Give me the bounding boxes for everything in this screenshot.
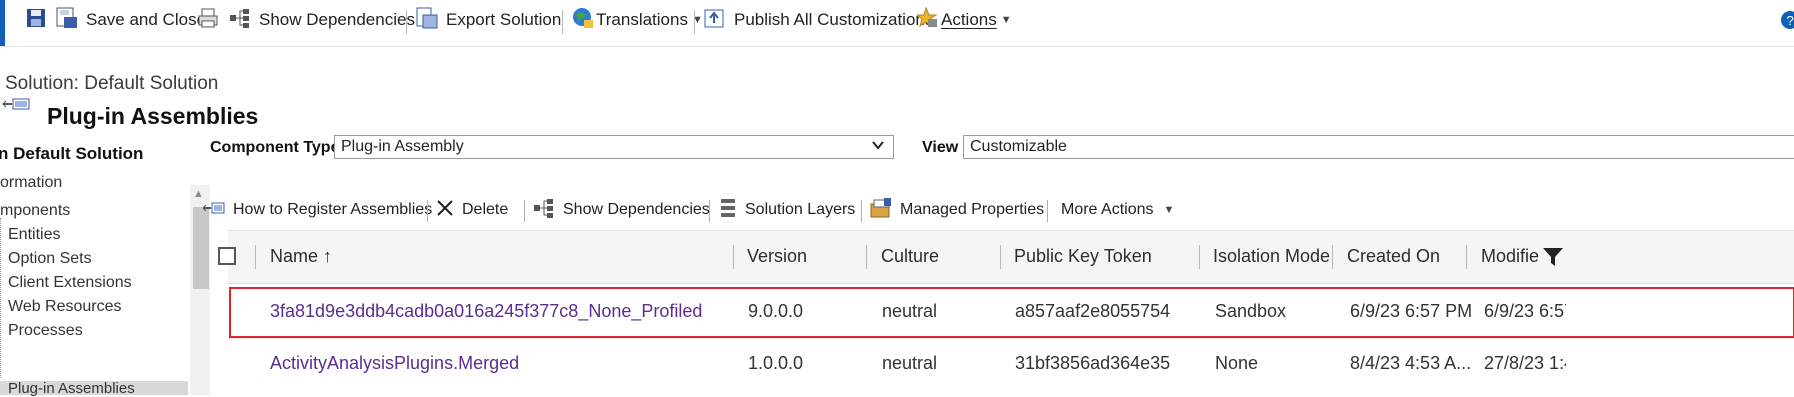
sidebar-item-web-resources[interactable]: Web Resources (8, 298, 122, 316)
managed-properties-label: Managed Properties (900, 201, 1045, 218)
toolbar-divider (1047, 200, 1048, 222)
column-divider (866, 245, 867, 269)
sidebar-item-components[interactable]: mponents (0, 202, 70, 220)
grid-header-row: Name ↑ Version Culture Public Key Token … (218, 230, 1794, 284)
isolation-mode-cell: None (1215, 353, 1259, 373)
translations-label: Translations (596, 10, 688, 29)
dependencies-icon (533, 198, 555, 223)
show-dependencies-button[interactable]: Show Dependencies (229, 0, 415, 40)
managed-properties-button[interactable]: Managed Properties (870, 197, 1044, 223)
publish-all-button[interactable]: Publish All Customizations (704, 0, 933, 40)
toolbar-divider (709, 200, 710, 222)
assembly-name-link[interactable]: ActivityAnalysisPlugins.Merged (270, 353, 519, 374)
plugin-assembly-icon (2, 97, 32, 116)
more-actions-dropdown[interactable]: More Actions ▼ (1061, 197, 1174, 223)
toolbar-divider (406, 10, 407, 34)
solution-layers-button[interactable]: Solution Layers (719, 197, 855, 223)
toolbar-divider (524, 200, 525, 222)
component-type-select[interactable]: Plug-in Assembly (334, 135, 894, 159)
table-row[interactable]: ActivityAnalysisPlugins.Merged 1.0.0.0 n… (228, 338, 1794, 391)
column-header-isolation-mode[interactable]: Isolation Mode (1213, 246, 1330, 267)
help-icon[interactable]: ? (1778, 10, 1794, 35)
grid-show-dependencies-label: Show Dependencies (563, 201, 710, 218)
delete-label: Delete (462, 201, 509, 218)
column-divider (1466, 245, 1467, 269)
save-button[interactable] (26, 0, 54, 40)
chevron-down-icon: ▼ (1000, 14, 1012, 26)
actions-dropdown[interactable]: Actions ▼ (915, 0, 1012, 40)
print-icon (198, 8, 218, 33)
export-solution-button[interactable]: Export Solution (416, 0, 561, 40)
row-selection-highlight (229, 287, 1794, 338)
save-close-icon (56, 7, 78, 34)
created-on-cell: 8/4/23 4:53 A... (1350, 353, 1472, 373)
save-close-label: Save and Close (86, 10, 207, 29)
save-icon (26, 8, 46, 33)
public-key-token-cell: 31bf3856ad364e35 (1015, 353, 1171, 373)
publish-icon (704, 7, 726, 34)
column-divider (733, 245, 734, 269)
dependencies-icon (229, 8, 251, 33)
column-header-name[interactable]: Name ↑ (270, 246, 332, 267)
sidebar-item-option-sets[interactable]: Option Sets (8, 250, 92, 268)
select-all-checkbox[interactable] (218, 247, 236, 265)
export-solution-label: Export Solution (446, 10, 562, 29)
toolbar-divider (861, 200, 862, 222)
column-divider (1199, 245, 1200, 269)
modified-on-cell: 27/8/23 1:4 (1484, 353, 1566, 373)
save-and-close-button[interactable]: Save and Close (56, 0, 206, 40)
version-cell: 1.0.0.0 (748, 353, 804, 373)
publish-all-label: Publish All Customizations (734, 10, 934, 29)
how-to-register-label: How to Register Assemblies (233, 201, 433, 218)
sidebar-item-client-extensions[interactable]: Client Extensions (8, 274, 132, 292)
column-header-modified-on[interactable]: Modifie (1481, 246, 1545, 267)
delete-button[interactable]: Delete (436, 197, 508, 223)
actions-icon (915, 6, 939, 34)
delete-x-icon (436, 199, 454, 222)
view-value: Customizable (970, 138, 1067, 155)
toolbar-divider (694, 10, 695, 34)
actions-label: Actions (941, 10, 997, 29)
page-title: Plug-in Assemblies (47, 103, 259, 129)
how-to-register-button[interactable]: How to Register Assemblies (202, 197, 433, 223)
column-header-version[interactable]: Version (747, 246, 807, 267)
column-divider (255, 245, 256, 269)
managed-properties-icon (870, 197, 892, 223)
sidebar-item-information[interactable]: ormation (0, 174, 62, 192)
view-select[interactable]: Customizable (963, 135, 1794, 159)
print-button[interactable] (198, 0, 226, 40)
view-label: View (922, 139, 959, 156)
translations-dropdown[interactable]: Translations ▼ (572, 0, 703, 40)
column-divider (1332, 245, 1333, 269)
component-type-label: Component Type (210, 139, 340, 156)
layers-icon (719, 198, 737, 223)
show-dependencies-label: Show Dependencies (259, 10, 415, 29)
column-divider (1000, 245, 1001, 269)
solution-layers-label: Solution Layers (745, 201, 856, 218)
filter-icon[interactable] (1542, 247, 1564, 272)
sidebar-heading: n Default Solution (0, 144, 144, 163)
sidebar-item-entities[interactable]: Entities (8, 226, 60, 244)
column-header-created-on[interactable]: Created On (1347, 246, 1440, 267)
accent-edge (0, 0, 5, 46)
svg-text:?: ? (1787, 13, 1794, 28)
sidebar-item-plugin-assemblies[interactable]: Plug-in Assemblies (8, 380, 135, 397)
component-type-value: Plug-in Assembly (341, 138, 464, 155)
plugin-assembly-icon (202, 201, 225, 219)
column-header-culture[interactable]: Culture (881, 246, 939, 267)
grid-show-dependencies-button[interactable]: Show Dependencies (533, 197, 710, 223)
chevron-down-icon (871, 138, 885, 157)
culture-cell: neutral (882, 353, 938, 373)
more-actions-label: More Actions (1061, 201, 1154, 218)
column-header-public-key-token[interactable]: Public Key Token (1014, 246, 1152, 267)
globe-icon (572, 7, 594, 34)
sidebar-item-processes[interactable]: Processes (8, 322, 83, 340)
tree-guide (0, 218, 4, 378)
toolbar-divider (562, 10, 563, 34)
solution-label: Solution: Default Solution (5, 73, 219, 94)
chevron-down-icon: ▼ (1163, 204, 1175, 216)
toolbar-divider (427, 200, 428, 222)
export-icon (416, 7, 438, 34)
